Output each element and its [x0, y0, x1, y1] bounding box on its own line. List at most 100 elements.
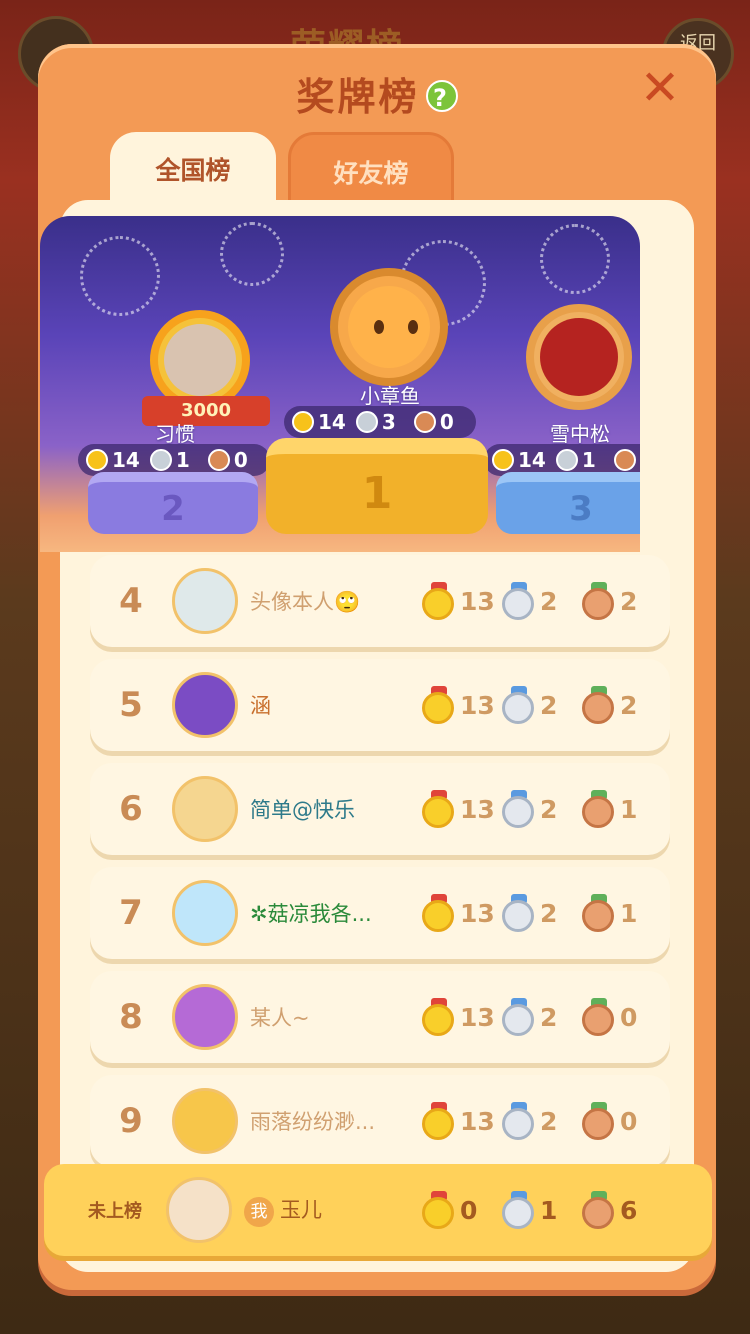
row-name: 涵: [250, 694, 271, 718]
leaderboard-row[interactable]: 5 涵 13 2 2: [90, 659, 670, 751]
self-rank-bar[interactable]: 未上榜 我玉儿 0 1 6: [44, 1164, 712, 1256]
help-icon[interactable]: ?: [425, 80, 458, 112]
gold-medal-icon: [422, 582, 456, 620]
close-button[interactable]: ✕: [638, 64, 682, 112]
second-place-name: 习惯: [155, 422, 195, 446]
row-rank: 6: [119, 789, 143, 829]
row-rank: 8: [119, 997, 143, 1037]
row-rank: 4: [119, 581, 143, 621]
third-place-name: 雪中松: [550, 422, 610, 446]
self-silver-count: 1: [540, 1195, 558, 1225]
silver-count: 2: [540, 586, 558, 616]
self-gold-count: 0: [460, 1195, 478, 1225]
tab-national[interactable]: 全国榜: [110, 132, 276, 204]
gold-medal-icon: [422, 1102, 456, 1140]
row-avatar[interactable]: [172, 880, 238, 946]
row-name: 某人~: [250, 1006, 310, 1030]
bronze-medal-icon: [613, 449, 636, 471]
avatar-photo: [164, 324, 236, 396]
panel-title-text: 奖牌榜: [296, 75, 420, 119]
self-rank-label: 未上榜: [88, 1201, 142, 1222]
silver-medal-icon: [502, 790, 536, 828]
row-name: 简单@快乐: [250, 798, 355, 822]
second-place-pedestal: 2: [88, 472, 258, 534]
row-rank: 9: [119, 1101, 143, 1141]
leaderboard-row[interactable]: 8 某人~ 13 2 0: [90, 971, 670, 1063]
firework-decoration: [220, 222, 284, 286]
row-avatar[interactable]: [172, 776, 238, 842]
row-medals: 13 2 2: [422, 582, 662, 620]
sunflower-icon: [348, 286, 430, 368]
bronze-medal-icon: [582, 582, 616, 620]
silver-medal-icon: [502, 998, 536, 1036]
bronze-count: 1: [620, 898, 638, 928]
row-rank: 7: [119, 893, 143, 933]
gold-medal-icon: [422, 686, 456, 724]
third-place-pedestal: 3: [496, 472, 640, 534]
row-name: ✲菇凉我各...: [250, 902, 372, 926]
panel-title: 奖牌榜?: [38, 66, 716, 121]
bronze-medal-icon: [413, 411, 436, 433]
bronze-count: 2: [620, 586, 638, 616]
row-name: 头像本人🙄: [250, 590, 361, 614]
row-medals: 13 2 1: [422, 894, 662, 932]
silver-count: 2: [540, 1106, 558, 1136]
gold-medal-icon: [422, 894, 456, 932]
row-avatar[interactable]: [172, 1088, 238, 1154]
silver-medal-icon: [502, 686, 536, 724]
gold-medal-icon: [292, 411, 314, 433]
silver-count: 2: [540, 898, 558, 928]
bronze-count: 1: [620, 794, 638, 824]
silver-medal-icon: [355, 411, 378, 433]
self-medals: 0 1 6: [422, 1191, 662, 1229]
gold-count: 13: [460, 898, 495, 928]
first-place-medals: 14 3 0: [284, 406, 476, 438]
podium: 3000 小章鱼 习惯 雪中松 14 3 0 14 1 0 14 1 0 2 3…: [40, 216, 640, 552]
firework-decoration: [80, 236, 160, 316]
tab-friends[interactable]: 好友榜: [288, 132, 454, 204]
gold-medal-icon: [422, 998, 456, 1036]
leaderboard-row[interactable]: 9 雨落纷纷渺... 13 2 0: [90, 1075, 670, 1167]
silver-medal-icon: [502, 1191, 536, 1229]
silver-medal-icon: [502, 894, 536, 932]
gold-count: 13: [460, 690, 495, 720]
first-place-avatar[interactable]: [330, 268, 448, 386]
bronze-medal-icon: [582, 998, 616, 1036]
bronze-count: 0: [620, 1002, 638, 1032]
me-tag: 我: [244, 1196, 274, 1227]
bronze-count: 2: [620, 690, 638, 720]
bronze-medal-icon: [207, 449, 230, 471]
self-bronze-count: 6: [620, 1195, 638, 1225]
gold-medal-icon: [86, 449, 108, 471]
row-medals: 13 2 0: [422, 1102, 662, 1140]
row-medals: 13 2 1: [422, 790, 662, 828]
gold-medal-icon: [422, 1191, 456, 1229]
silver-medal-icon: [502, 1102, 536, 1140]
gold-medal-icon: [492, 449, 514, 471]
bronze-count: 0: [620, 1106, 638, 1136]
silver-medal-icon: [149, 449, 172, 471]
row-name: 雨落纷纷渺...: [250, 1110, 376, 1134]
gold-count: 13: [460, 794, 495, 824]
bronze-medal-icon: [582, 1191, 616, 1229]
silver-count: 2: [540, 1002, 558, 1032]
gold-count: 13: [460, 586, 495, 616]
row-avatar[interactable]: [172, 672, 238, 738]
row-avatar[interactable]: [172, 568, 238, 634]
silver-medal-icon: [502, 582, 536, 620]
row-medals: 13 2 0: [422, 998, 662, 1036]
firework-decoration: [540, 224, 610, 294]
row-rank: 5: [119, 685, 143, 725]
self-avatar[interactable]: [166, 1177, 232, 1243]
silver-count: 2: [540, 690, 558, 720]
bronze-medal-icon: [582, 894, 616, 932]
gold-medal-icon: [422, 790, 456, 828]
third-place-avatar[interactable]: [526, 304, 632, 410]
leaderboard-row[interactable]: 6 简单@快乐 13 2 1: [90, 763, 670, 855]
gold-count: 13: [460, 1002, 495, 1032]
row-avatar[interactable]: [172, 984, 238, 1050]
bronze-medal-icon: [582, 790, 616, 828]
leaderboard-row[interactable]: 7 ✲菇凉我各... 13 2 1: [90, 867, 670, 959]
leaderboard-row[interactable]: 4 头像本人🙄 13 2 2: [90, 555, 670, 647]
second-place-avatar[interactable]: 3000: [142, 310, 270, 426]
